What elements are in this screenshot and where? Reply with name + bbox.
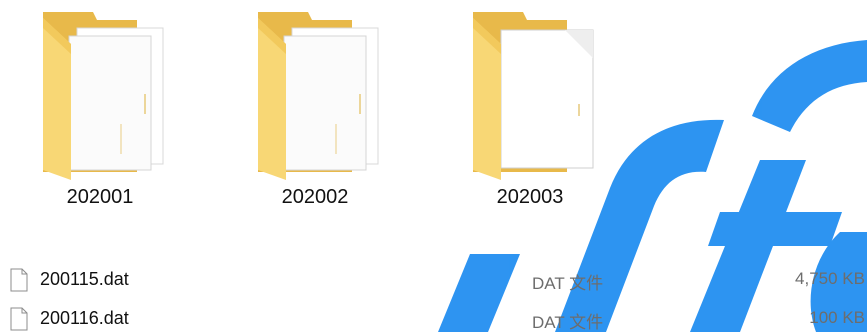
file-type: DAT 文件	[532, 274, 604, 293]
file-row[interactable]: 200116.dat DAT 文件 100 KB	[0, 306, 867, 332]
folder-name: 202001	[66, 186, 134, 208]
folder-name: 202003	[496, 186, 564, 208]
file-name: 200115.dat	[40, 269, 129, 289]
folder-with-document-icon	[473, 12, 594, 180]
folder-with-documents-icon	[258, 12, 379, 180]
folder-with-documents-icon	[43, 12, 164, 180]
file-size: 100 KB	[809, 308, 865, 327]
folder-name: 202002	[281, 186, 349, 208]
file-icon	[10, 268, 28, 292]
file-name: 200116.dat	[40, 308, 129, 328]
file-size: 4,750 KB	[795, 269, 865, 288]
folder-item[interactable]: 202001	[25, 4, 175, 234]
folder-item[interactable]: 202002	[240, 4, 390, 234]
file-row[interactable]: 200115.dat DAT 文件 4,750 KB	[0, 267, 867, 293]
file-icon	[10, 307, 28, 331]
folder-item[interactable]: 202003	[455, 4, 605, 234]
file-type: DAT 文件	[532, 313, 604, 332]
